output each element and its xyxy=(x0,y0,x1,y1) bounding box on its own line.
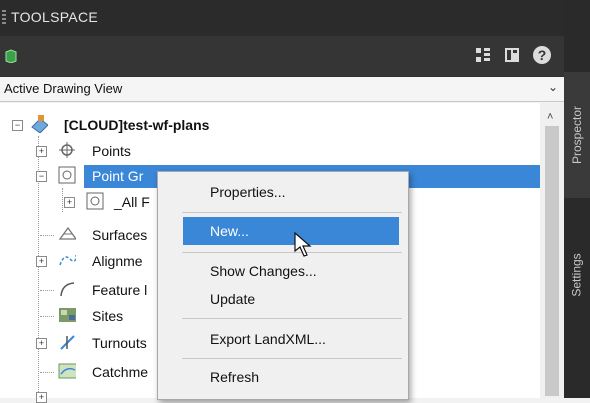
view-dropdown[interactable]: Active Drawing View ⌄ xyxy=(0,76,564,102)
scroll-thumb[interactable] xyxy=(545,126,559,396)
chevron-down-icon[interactable]: ⌄ xyxy=(548,80,558,94)
tab-settings[interactable]: Settings xyxy=(564,200,590,350)
tab-prospector[interactable]: Prospector xyxy=(564,72,590,198)
point-groups-icon xyxy=(58,166,76,184)
mouse-cursor-icon xyxy=(294,232,312,257)
menu-item-properties[interactable]: Properties... xyxy=(157,179,407,205)
panel-icon[interactable] xyxy=(505,48,519,62)
feature-lines-icon xyxy=(60,282,75,297)
tree-line xyxy=(40,290,54,291)
expand-toggle[interactable]: + xyxy=(64,197,75,208)
tree-line xyxy=(62,188,63,212)
tree-view-icon[interactable] xyxy=(476,48,490,62)
drawing-icon xyxy=(31,115,48,133)
menu-item-export-landxml[interactable]: Export LandXML... xyxy=(157,326,407,352)
panel-title: TOOLSPACE xyxy=(11,9,98,25)
scroll-up-icon[interactable]: ˄ xyxy=(547,111,553,123)
drag-grip-icon[interactable] xyxy=(2,10,6,26)
turnouts-icon xyxy=(60,335,75,350)
alignments-icon xyxy=(59,254,76,266)
points-icon xyxy=(59,142,75,158)
help-icon[interactable]: ? xyxy=(533,46,551,64)
collapse-toggle[interactable]: − xyxy=(36,171,47,182)
expand-toggle[interactable]: + xyxy=(36,146,47,157)
toolspace-titlebar[interactable]: TOOLSPACE xyxy=(0,0,564,36)
cube-icon[interactable] xyxy=(5,49,17,63)
menu-separator xyxy=(182,252,402,253)
expand-toggle[interactable]: + xyxy=(36,256,47,267)
menu-item-new[interactable]: New... xyxy=(157,218,407,244)
menu-item-show-changes[interactable]: Show Changes... xyxy=(157,258,407,284)
menu-separator xyxy=(182,212,402,213)
point-group-icon xyxy=(86,192,104,210)
tab-settings-label: Settings xyxy=(570,253,585,297)
expand-toggle[interactable]: + xyxy=(36,338,47,349)
view-dropdown-value: Active Drawing View xyxy=(4,81,123,96)
menu-item-update[interactable]: Update xyxy=(157,286,407,312)
collapse-toggle[interactable]: − xyxy=(12,120,23,131)
surfaces-icon xyxy=(58,226,76,240)
tab-prospector-label: Prospector xyxy=(570,105,584,165)
menu-separator xyxy=(182,358,402,359)
tree-line xyxy=(40,372,54,373)
menu-separator xyxy=(182,318,402,319)
tree-line xyxy=(40,316,54,317)
menu-item-refresh[interactable]: Refresh xyxy=(157,364,407,390)
catchments-icon xyxy=(58,363,76,379)
sites-icon xyxy=(59,308,76,322)
tree-line xyxy=(40,235,54,236)
